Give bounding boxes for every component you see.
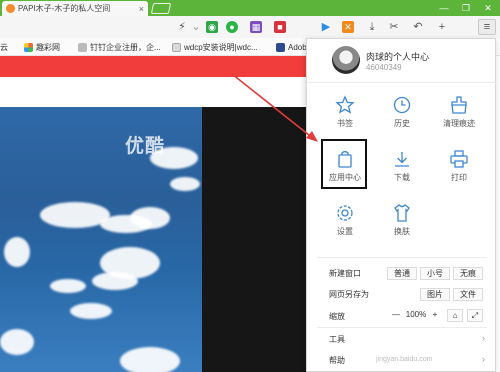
- tab-title: PAPI木子-木子的私人空间: [18, 4, 111, 13]
- video-extension-icon[interactable]: ■: [274, 21, 286, 33]
- clear-traces-label: 清理痕迹: [443, 119, 475, 128]
- extension-icon[interactable]: ◉: [206, 21, 218, 33]
- bookmark-item[interactable]: 趣彩网: [24, 41, 60, 53]
- tools-menu-item[interactable]: 工具: [329, 334, 345, 345]
- download-toolbar-icon[interactable]: ⤓: [366, 21, 378, 33]
- bookmark-item[interactable]: wdcp安装说明|wdc...: [172, 41, 258, 53]
- bookmark-item[interactable]: 钉钉企业注册，企...: [78, 41, 161, 53]
- page-dark-panel: [202, 107, 312, 372]
- site-header-bar: [0, 56, 312, 77]
- download-button[interactable]: 下载: [374, 149, 430, 197]
- change-skin-button[interactable]: 换肤: [374, 203, 430, 251]
- print-label: 打印: [451, 173, 467, 182]
- fullscreen-icon[interactable]: ⤢: [467, 309, 483, 322]
- printer-icon: [450, 150, 468, 168]
- lightning-icon[interactable]: ⚡: [176, 21, 188, 33]
- tab-close-button[interactable]: ×: [139, 4, 148, 14]
- new-window-normal-button[interactable]: 普通: [387, 267, 417, 280]
- zoom-in-button[interactable]: +: [429, 309, 441, 322]
- menu-icon[interactable]: ≡: [478, 19, 496, 35]
- change-skin-label: 换肤: [394, 227, 410, 236]
- browser-main-menu: 肉球的个人中心 46040349 书签 历史 清理痕迹 应用中心 下载 打印 设…: [306, 38, 497, 372]
- star-icon: [335, 95, 355, 114]
- cloud: [4, 237, 30, 267]
- username[interactable]: 肉球的个人中心: [366, 50, 429, 63]
- new-window-label: 新建窗口: [329, 269, 361, 278]
- new-window-incognito-button[interactable]: 无痕: [453, 267, 483, 280]
- divider: [317, 327, 487, 328]
- colorful-logo-icon: [24, 42, 33, 52]
- zoom-label: 缩放: [329, 312, 345, 321]
- cloud: [170, 177, 200, 191]
- divider: [317, 257, 487, 258]
- lock-zoom-icon[interactable]: ⌂: [447, 309, 463, 322]
- bookmarks-button[interactable]: 书签: [317, 95, 373, 143]
- new-tab-button[interactable]: [150, 3, 172, 14]
- download-icon: [395, 152, 409, 167]
- download-label: 下载: [394, 173, 410, 182]
- cloud: [150, 147, 198, 169]
- dropdown-chevron-icon[interactable]: ⌄: [190, 21, 202, 33]
- cloud: [130, 207, 170, 229]
- gear-icon: [337, 205, 353, 221]
- site-watermark: jingyan.baidu.com: [376, 356, 433, 363]
- page-icon: [172, 42, 181, 52]
- settings-button[interactable]: 设置: [317, 203, 373, 251]
- clear-traces-button[interactable]: 清理痕迹: [431, 95, 487, 143]
- history-button[interactable]: 历史: [374, 95, 430, 143]
- title-bar: PAPI木子-木子的私人空间 × — ❐ ✕: [0, 0, 500, 16]
- cloud: [50, 279, 86, 293]
- add-icon[interactable]: +: [436, 21, 448, 33]
- chevron-right-icon: ›: [482, 333, 485, 343]
- site-favicon-icon: [6, 4, 15, 13]
- minimize-button[interactable]: —: [436, 1, 452, 15]
- zoom-level: 100%: [405, 310, 427, 319]
- cloud: [92, 272, 138, 290]
- new-window-small-button[interactable]: 小号: [420, 267, 450, 280]
- broom-icon: [451, 96, 467, 114]
- zoom-out-button[interactable]: —: [389, 309, 403, 322]
- close-extension-icon[interactable]: ✕: [342, 21, 354, 33]
- wechat-icon[interactable]: ●: [226, 21, 238, 33]
- bookmark-item[interactable]: Adob: [276, 41, 307, 53]
- settings-label: 设置: [337, 227, 353, 236]
- history-label: 历史: [394, 119, 410, 128]
- highlight-box: [321, 139, 367, 189]
- toolbar: ⚡ ⌄ ◉ ● ▦ ■ ▶ ✕ ⤓ ✂ ↶ + ≡: [0, 16, 500, 38]
- user-id: 46040349: [366, 63, 402, 72]
- print-button[interactable]: 打印: [431, 149, 487, 197]
- help-menu-item[interactable]: 帮助: [329, 355, 345, 366]
- video-player[interactable]: 优酷: [0, 107, 202, 372]
- user-profile[interactable]: 肉球的个人中心 46040349: [307, 39, 497, 83]
- bookmarks-label: 书签: [337, 119, 353, 128]
- scissors-icon[interactable]: ✂: [388, 21, 400, 33]
- close-window-button[interactable]: ✕: [480, 1, 496, 15]
- cloud: [70, 303, 112, 319]
- restore-button[interactable]: ❐: [458, 1, 474, 15]
- adobe-icon: [276, 42, 285, 52]
- play-icon[interactable]: ▶: [320, 21, 332, 33]
- app-grid-icon[interactable]: ▦: [250, 21, 262, 33]
- save-page-as-label: 网页另存为: [329, 290, 369, 299]
- save-as-image-button[interactable]: 图片: [420, 288, 450, 301]
- clock-icon: [393, 96, 411, 114]
- page-spacer: [0, 77, 312, 107]
- undo-icon[interactable]: ↶: [412, 21, 424, 33]
- bookmark-item[interactable]: 云: [0, 41, 8, 53]
- cloud: [120, 347, 180, 372]
- avatar[interactable]: [332, 46, 360, 74]
- chevron-right-icon: ›: [482, 354, 485, 364]
- browser-tab[interactable]: PAPI木子-木子的私人空间 ×: [2, 1, 148, 16]
- shirt-icon: [394, 204, 410, 222]
- page-icon: [78, 42, 87, 52]
- save-as-file-button[interactable]: 文件: [453, 288, 483, 301]
- cloud: [0, 329, 34, 355]
